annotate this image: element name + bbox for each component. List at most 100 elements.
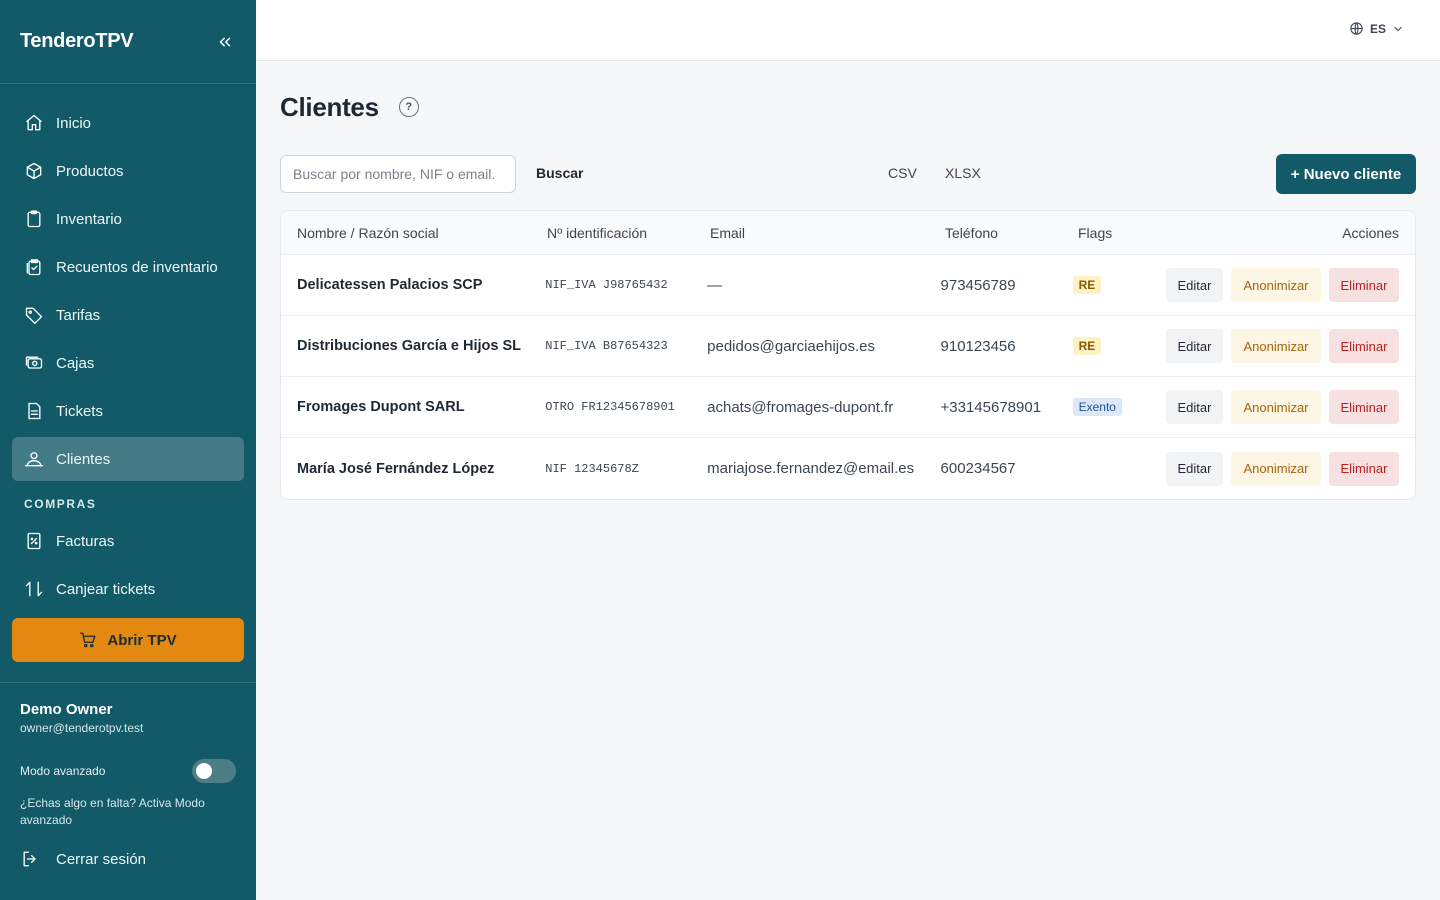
edit-button[interactable]: Editar (1166, 268, 1223, 302)
flag-badge: Exento (1072, 398, 1122, 416)
anonymize-button[interactable]: Anonimizar (1231, 451, 1321, 486)
delete-button[interactable]: Eliminar (1329, 390, 1399, 424)
client-flags: RE (1072, 337, 1158, 355)
brand-row: TenderoTPV (0, 0, 256, 84)
client-name: Distribuciones García e Hijos SL (297, 338, 522, 354)
export-xlsx-button[interactable]: XLSX (945, 165, 981, 181)
main-content: Clientes ? Buscar CSV XLSX + Nuevo clien… (280, 61, 1416, 500)
user-name: Demo Owner (20, 701, 113, 718)
client-phone: 910123456 (940, 337, 1016, 355)
advanced-mode-label: Modo avanzado (20, 764, 106, 778)
sidebar-item-label: Tarifas (56, 306, 101, 324)
sidebar-item-label: Productos (56, 162, 124, 180)
table-header: Nombre / Razón social Nº identificación … (281, 211, 1415, 255)
sidebar-item-tickets[interactable]: Tickets (12, 389, 244, 433)
search-button[interactable]: Buscar (536, 165, 583, 181)
edit-button[interactable]: Editar (1166, 390, 1223, 424)
page-title: Clientes (280, 91, 379, 122)
client-id: NIF_IVA B87654323 (545, 339, 668, 353)
client-flags: RE (1072, 276, 1158, 294)
client-name: Fromages Dupont SARL (297, 399, 465, 415)
open-tpv-button[interactable]: Abrir TPV (12, 618, 244, 662)
sidebar-footer: Demo Owner owner@tenderotpv.test Modo av… (0, 682, 256, 869)
anonymize-button[interactable]: Anonimizar (1231, 390, 1321, 424)
tag-icon (24, 305, 44, 325)
help-icon[interactable]: ? (398, 97, 419, 117)
client-id: NIF 12345678Z (545, 461, 639, 476)
client-id: OTRO FR12345678901 (545, 400, 675, 414)
clipboard-icon (24, 209, 44, 229)
delete-button[interactable]: Eliminar (1329, 268, 1399, 302)
sidebar-item-inicio[interactable]: Inicio (12, 101, 244, 145)
sidebar-item-canjear-tickets[interactable]: Canjear tickets (12, 567, 244, 611)
advanced-mode-row: Modo avanzado (20, 759, 236, 783)
language-code: ES (1369, 21, 1386, 36)
sidebar-item-label: Inventario (56, 210, 122, 228)
user-email: owner@tenderotpv.test (20, 721, 144, 735)
sidebar-item-tarifas[interactable]: Tarifas (12, 293, 244, 337)
title-row: Clientes ? (280, 92, 1416, 122)
table-row: Fromages Dupont SARL OTRO FR12345678901 … (281, 377, 1415, 438)
client-phone: +33145678901 (940, 398, 1042, 416)
sidebar-item-inventario[interactable]: Inventario (12, 197, 244, 241)
flag-badge: RE (1072, 276, 1102, 294)
sidebar-item-label: Canjear tickets (56, 580, 156, 598)
sidebar-item-cajas[interactable]: Cajas (12, 341, 244, 385)
clients-table: Nombre / Razón social Nº identificación … (280, 210, 1416, 500)
new-client-button[interactable]: + Nuevo cliente (1276, 154, 1416, 194)
box-icon (24, 161, 44, 181)
edit-button[interactable]: Editar (1166, 329, 1223, 363)
header-email: Email (710, 224, 746, 241)
topbar: ES (256, 0, 1440, 61)
delete-button[interactable]: Eliminar (1329, 451, 1399, 486)
header-flags: Flags (1078, 224, 1113, 241)
globe-icon (1349, 21, 1364, 36)
client-email: pedidos@garciaehijos.es (707, 337, 875, 355)
header-actions: Acciones (1342, 224, 1399, 241)
client-name: Delicatessen Palacios SCP (297, 277, 483, 293)
client-email: mariajose.fernandez@email.es (707, 460, 915, 477)
sidebar-item-recuentos[interactable]: Recuentos de inventario (12, 245, 244, 289)
flag-badge: RE (1072, 337, 1102, 355)
row-actions: Editar Anonimizar Eliminar (1158, 451, 1415, 486)
chevron-down-icon (1392, 23, 1404, 35)
row-actions: Editar Anonimizar Eliminar (1158, 390, 1415, 424)
header-name: Nombre / Razón social (297, 224, 439, 241)
client-email: achats@fromages-dupont.fr (707, 398, 894, 416)
language-selector[interactable]: ES (1349, 21, 1404, 36)
anonymize-button[interactable]: Anonimizar (1231, 329, 1321, 363)
sidebar-item-label: Facturas (56, 532, 115, 550)
logout-icon (20, 849, 40, 869)
invoice-icon (24, 531, 44, 551)
sidebar-item-label: Cajas (56, 354, 95, 372)
sidebar-item-clientes[interactable]: Clientes (12, 437, 244, 481)
collapse-sidebar-icon[interactable] (214, 31, 236, 53)
row-actions: Editar Anonimizar Eliminar (1158, 268, 1415, 302)
export-csv-button[interactable]: CSV (888, 165, 917, 181)
sidebar-item-productos[interactable]: Productos (12, 149, 244, 193)
clipboard-check-icon (24, 257, 44, 277)
toolbar: Buscar CSV XLSX + Nuevo cliente (280, 154, 1416, 194)
sidebar-item-label: Clientes (56, 450, 111, 468)
brand-logo: TenderoTPV (20, 30, 134, 52)
client-phone: 600234567 (940, 460, 1016, 477)
table-row: María José Fernández López NIF 12345678Z… (281, 438, 1415, 499)
delete-button[interactable]: Eliminar (1329, 329, 1399, 363)
advanced-mode-toggle[interactable] (192, 759, 236, 783)
client-phone: 973456789 (940, 276, 1016, 294)
search-input[interactable] (280, 155, 516, 193)
header-id: Nº identificación (547, 224, 648, 241)
logout-label: Cerrar sesión (56, 850, 147, 868)
table-row: Distribuciones García e Hijos SL NIF_IVA… (281, 316, 1415, 377)
home-icon (24, 113, 44, 133)
client-email: — (707, 276, 723, 294)
logout-button[interactable]: Cerrar sesión (20, 849, 236, 869)
toggle-knob (196, 763, 212, 779)
client-flags: Exento (1072, 398, 1158, 416)
edit-button[interactable]: Editar (1166, 451, 1223, 486)
anonymize-button[interactable]: Anonimizar (1231, 268, 1321, 302)
sidebar-item-label: Tickets (56, 402, 103, 420)
sidebar-nav: Inicio Productos Inventario Recuentos de… (0, 84, 256, 662)
users-icon (24, 449, 44, 469)
sidebar-item-facturas[interactable]: Facturas (12, 519, 244, 563)
